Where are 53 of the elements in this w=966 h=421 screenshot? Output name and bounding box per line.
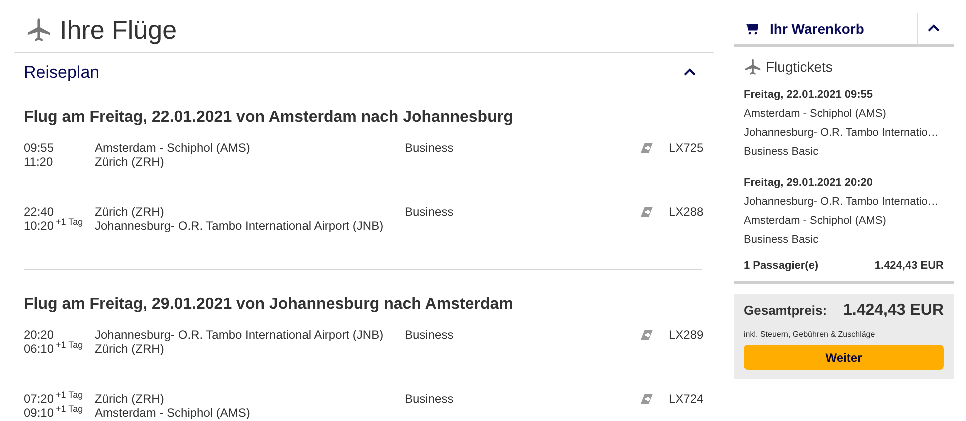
tail-logo-icon [641, 394, 653, 404]
cart-icon [746, 24, 758, 34]
departure-airport: Johannesburg- O.R. Tambo Internatio… [744, 195, 940, 210]
cabin-class: Business [405, 392, 455, 406]
subtotal-price: 1.424,43 EUR [874, 260, 944, 272]
passenger-count: 1 Passagier(e) [744, 260, 819, 272]
arrival-airport: Amsterdam - Schiphol (AMS) [95, 406, 252, 420]
departure-airport: Zürich (ZRH) [95, 392, 166, 406]
arrival-airport: Amsterdam - Schiphol (AMS) [744, 214, 888, 229]
departure-airport: Amsterdam - Schiphol (AMS) [95, 141, 252, 155]
departure-time: 20:20 [24, 328, 56, 342]
fare-name: Business Basic [744, 233, 820, 248]
flight-heading: Flug am Freitag, 29.01.2021 von Johannesburg nach Amsterdam [24, 296, 514, 314]
flight-number: LX724 [669, 392, 705, 406]
tail-logo-icon [641, 207, 653, 217]
cart-title: Ihr Warenkorb [770, 21, 864, 37]
airplane-icon [744, 58, 762, 76]
tail-logo-icon [641, 330, 653, 340]
departure-time: 09:55 [24, 141, 56, 155]
cabin-class: Business [405, 141, 455, 155]
departure-airport: Zürich (ZRH) [95, 205, 166, 219]
cabin-class: Business [405, 328, 455, 342]
airplane-icon [26, 17, 52, 43]
flight-heading: Flug am Freitag, 22.01.2021 von Amsterdam nach Johannesburg [24, 109, 514, 127]
section-title: Reiseplan [24, 63, 100, 83]
departure-time: 22:40 [24, 205, 56, 219]
arrival-airport: Zürich (ZRH) [95, 155, 166, 169]
ticket-date: Freitag, 29.01.2021 20:20 [744, 176, 874, 191]
continue-button[interactable]: Weiter [744, 345, 944, 370]
departure-airport: Johannesburg- O.R. Tambo International Airport (JNB) [95, 328, 385, 342]
total-price: 1.424,43 EUR [843, 302, 944, 320]
fare-name: Business Basic [744, 145, 820, 160]
arrival-time: 10:20 $^{+1 Tag}$ [24, 219, 84, 233]
page-title: Ihre Flüge [60, 14, 178, 46]
flight-number: LX725 [669, 141, 705, 155]
collapse-button[interactable] [928, 24, 942, 34]
tax-note: inkl. Steuern, Gebühren & Zuschläge [744, 330, 876, 339]
arrival-time: 11:20 [24, 155, 54, 169]
tail-logo-icon [641, 143, 653, 153]
arrival-time: 06:10 $^{+1 Tag}$ [24, 342, 84, 356]
arrival-airport: Johannesburg- O.R. Tambo International Airport (JNB) [95, 219, 385, 233]
arrival-airport: Johannesburg- O.R. Tambo Internatio… [744, 126, 940, 141]
ticket-date: Freitag, 22.01.2021 09:55 [744, 88, 874, 103]
departure-time: 07:20 $^{+1 Tag}$ [24, 392, 84, 406]
flight-number: LX288 [669, 205, 705, 219]
total-label: Gesamtpreis: [744, 303, 828, 318]
arrival-time: 09:10 $^{+1 Tag}$ [24, 406, 84, 420]
cabin-class: Business [405, 205, 455, 219]
flight-number: LX289 [669, 328, 705, 342]
arrival-airport: Zürich (ZRH) [95, 342, 166, 356]
collapse-button[interactable] [684, 68, 698, 78]
section-title: Flugtickets [766, 59, 833, 75]
departure-airport: Amsterdam - Schiphol (AMS) [744, 107, 888, 122]
